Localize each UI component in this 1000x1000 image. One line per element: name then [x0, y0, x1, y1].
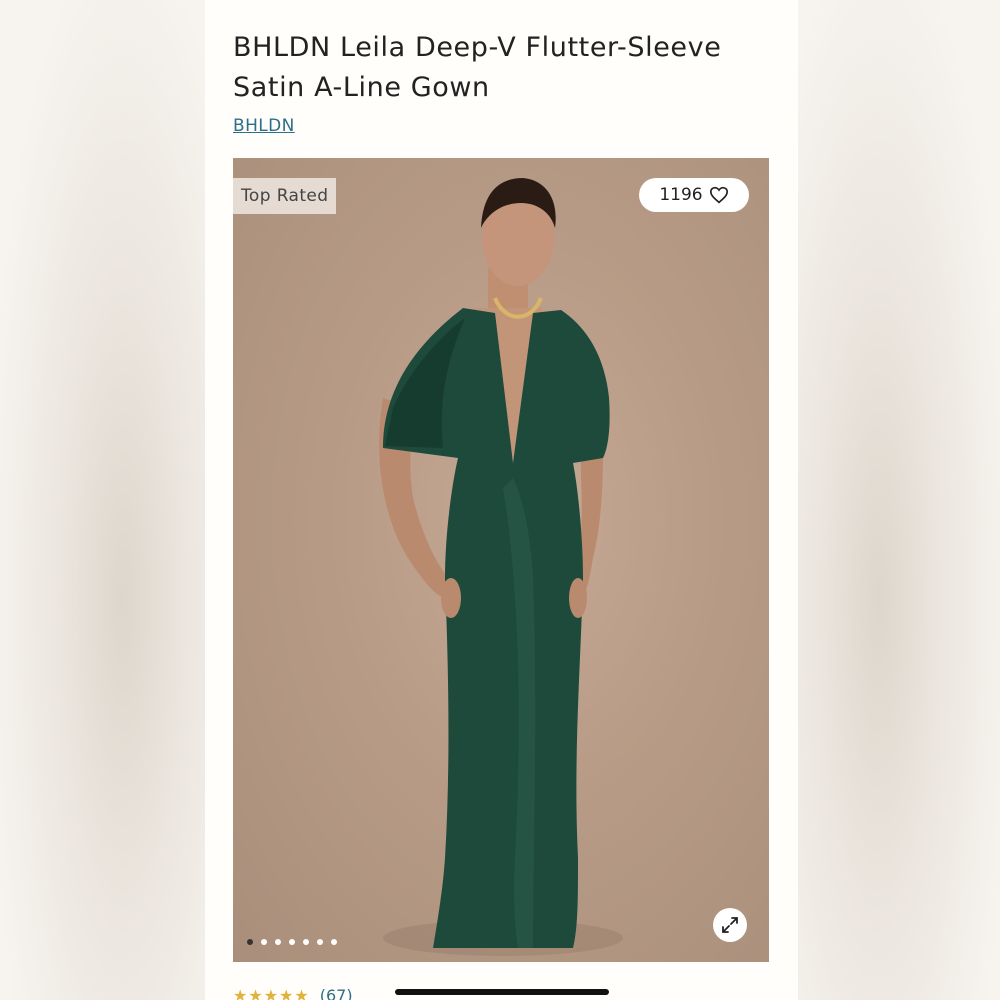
product-title: BHLDN Leila Deep-V Flutter-Sleeve Satin … — [233, 32, 722, 103]
product-photo — [379, 178, 623, 956]
carousel-dot[interactable] — [331, 939, 337, 945]
rating-stars: ★★★★★ — [233, 986, 310, 1000]
carousel-dot[interactable] — [275, 939, 281, 945]
carousel-dot[interactable] — [261, 939, 267, 945]
expand-icon — [722, 917, 738, 933]
carousel-dot[interactable] — [317, 939, 323, 945]
expand-image-button[interactable] — [713, 908, 747, 942]
carousel-dot[interactable] — [289, 939, 295, 945]
top-rated-badge: Top Rated — [233, 178, 337, 214]
review-count-link[interactable]: (67) — [320, 986, 353, 1000]
brand-link[interactable]: BHLDN — [233, 116, 295, 136]
carousel-dot[interactable] — [247, 939, 253, 945]
background-blur-right — [798, 0, 1000, 1000]
product-rating: ★★★★★ (67) — [233, 986, 353, 1000]
favorite-button[interactable]: 1196 — [639, 178, 749, 212]
carousel-pagination — [247, 939, 337, 945]
product-image-carousel[interactable]: Top Rated 1196 — [233, 158, 769, 962]
product-page: BHLDN Leila Deep-V Flutter-Sleeve Satin … — [205, 0, 798, 1000]
carousel-dot[interactable] — [303, 939, 309, 945]
heart-icon — [709, 186, 728, 204]
background-blur-left — [0, 0, 205, 1000]
home-indicator — [395, 989, 609, 995]
favorite-count: 1196 — [659, 185, 703, 205]
